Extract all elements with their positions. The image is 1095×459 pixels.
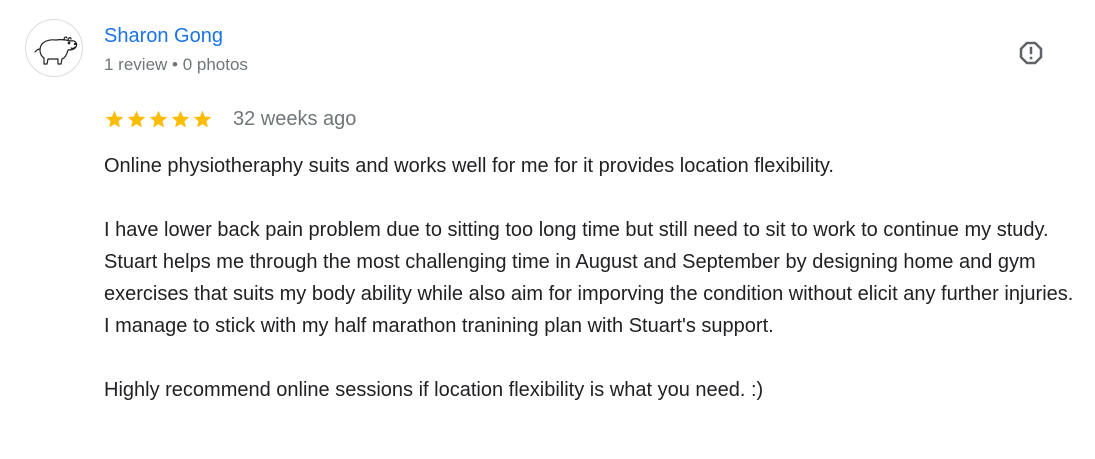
review-card: Sharon Gong 1 review • 0 photos 32 weeks… [0, 0, 1095, 459]
review-paragraph: Highly recommend online sessions if loca… [104, 379, 764, 401]
reviewer-avatar[interactable] [25, 19, 83, 77]
review-text: Online physiotheraphy suits and works we… [104, 150, 1079, 406]
review-paragraph: I have lower back pain problem due to si… [104, 219, 1074, 337]
star-icon [171, 110, 190, 127]
report-review-button[interactable] [1013, 35, 1049, 71]
review-paragraph: Online physiotheraphy suits and works we… [104, 155, 834, 177]
rating-row: 32 weeks ago [104, 106, 356, 132]
review-date: 32 weeks ago [233, 108, 357, 130]
reviewer-name[interactable]: Sharon Gong [104, 23, 223, 49]
star-icon [149, 110, 168, 127]
star-icon [105, 110, 124, 127]
reviewer-stats: 1 review • 0 photos [104, 55, 248, 74]
report-flag-icon [1019, 41, 1043, 65]
star-rating [104, 109, 214, 130]
hippo-avatar-icon [34, 36, 78, 65]
star-icon [127, 110, 146, 127]
star-icon [193, 110, 212, 127]
